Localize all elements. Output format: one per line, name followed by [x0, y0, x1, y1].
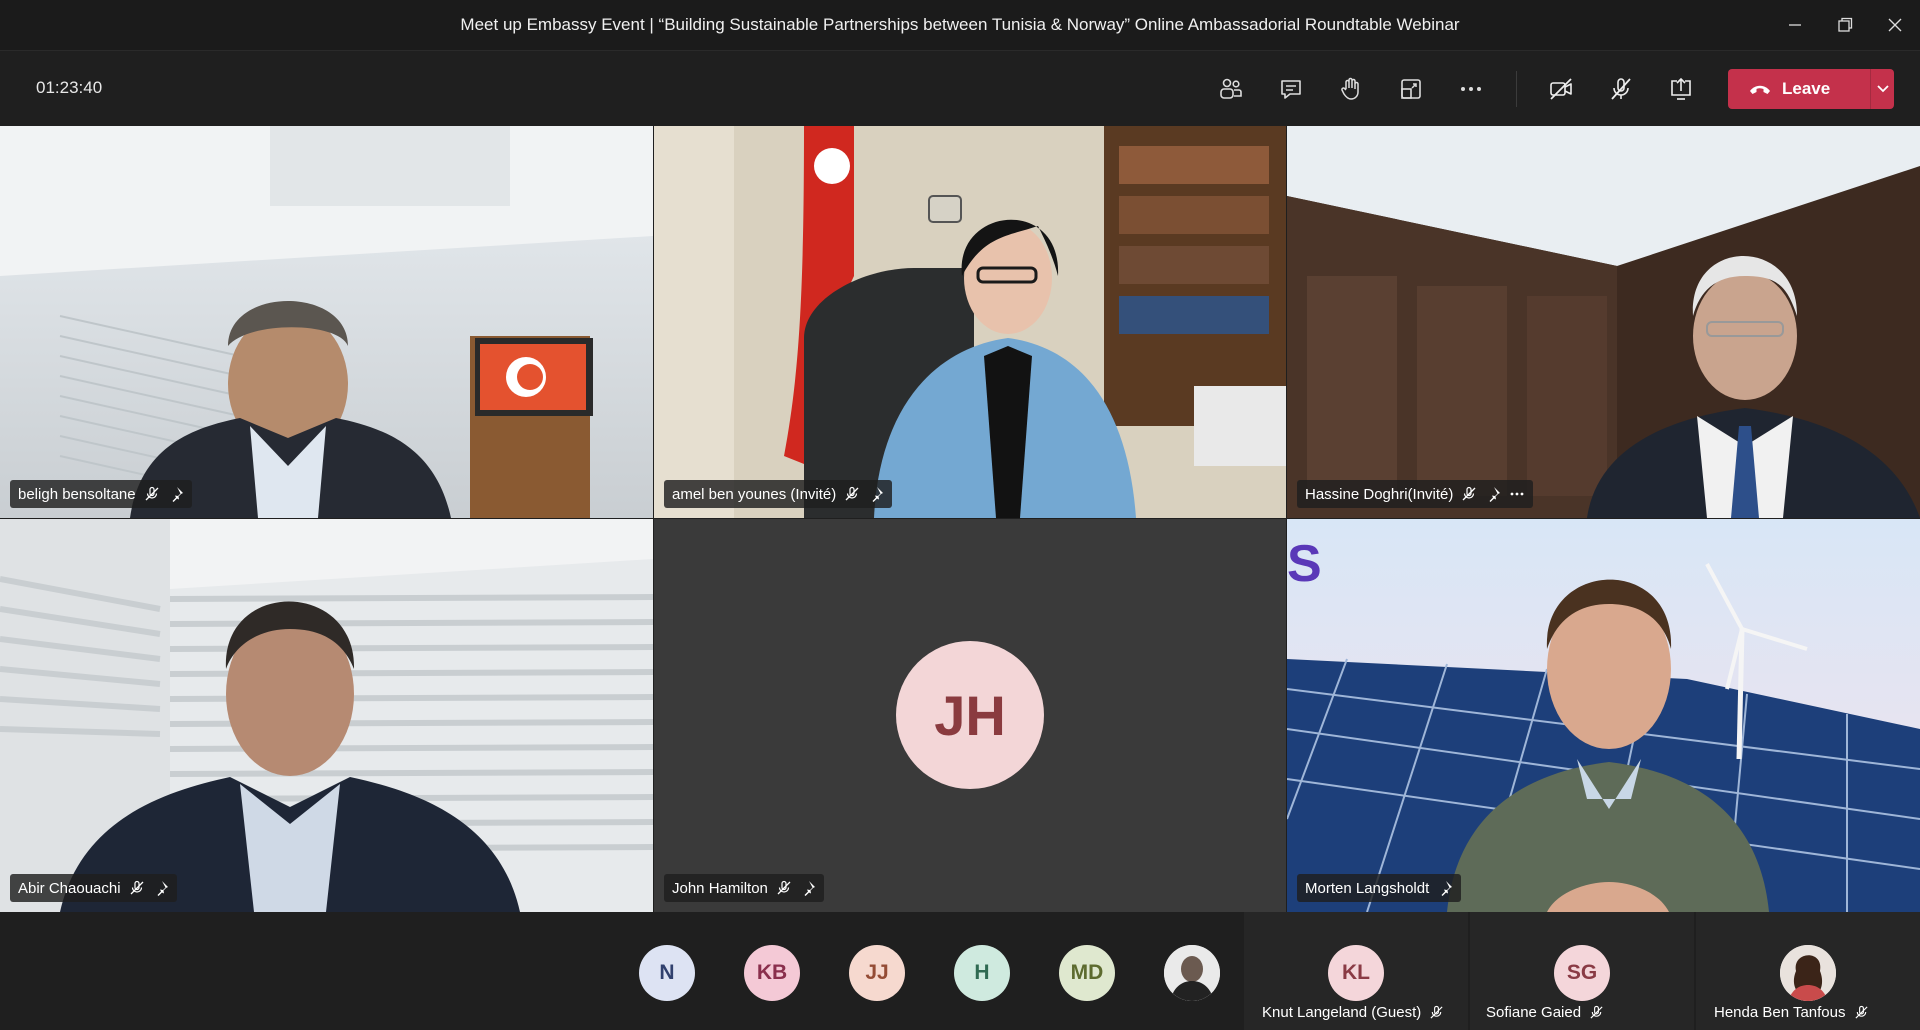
- camera-toggle-button[interactable]: [1541, 69, 1581, 109]
- pin-icon: [172, 487, 183, 502]
- participant-name: amel ben younes (Invité): [672, 485, 837, 503]
- video-tile[interactable]: S Morten Langsholdt: [1287, 519, 1920, 912]
- participant-label: Henda Ben Tanfous: [1714, 1004, 1869, 1021]
- participants-button[interactable]: [1211, 69, 1251, 109]
- participant-avatar: JH: [896, 641, 1044, 789]
- participant-name-tag: Hassine Doghri(Invité): [1297, 480, 1534, 508]
- participant-card[interactable]: Henda Ben Tanfous: [1696, 912, 1920, 1030]
- participant-avatar: KL: [1328, 945, 1384, 1001]
- participant-card[interactable]: KL Knut Langeland (Guest): [1244, 912, 1468, 1030]
- mic-off-icon: [777, 880, 791, 895]
- participant-chip[interactable]: N: [639, 945, 695, 1001]
- participant-video: [0, 519, 653, 912]
- participant-video: [1287, 126, 1920, 518]
- window-title: Meet up Embassy Event | “Building Sustai…: [460, 15, 1460, 34]
- mic-off-icon: [1854, 1005, 1868, 1019]
- share-screen-icon: [1671, 77, 1691, 100]
- raise-hand-icon: [1341, 77, 1359, 100]
- pin-icon: [804, 881, 815, 896]
- participant-photo-avatar: [1780, 945, 1836, 1001]
- participant-video: [0, 126, 653, 518]
- chat-icon: [1281, 80, 1301, 99]
- leave-button[interactable]: Leave: [1728, 69, 1870, 109]
- participants-icon: [1220, 78, 1242, 99]
- participant-name-tag: beligh bensoltane: [10, 480, 192, 508]
- more-icon: [1461, 87, 1481, 91]
- mic-off-icon: [1430, 1005, 1443, 1019]
- participant-name-tag: Abir Chaouachi: [10, 874, 177, 902]
- participant-name: beligh bensoltane: [18, 485, 136, 503]
- mic-toggle-button[interactable]: [1601, 69, 1641, 109]
- hang-up-icon: [1750, 85, 1770, 94]
- minimize-icon: [1789, 24, 1801, 26]
- pin-icon: [157, 881, 168, 896]
- mic-off-icon: [130, 880, 144, 895]
- more-actions-button[interactable]: [1451, 69, 1491, 109]
- participant-photo: [1780, 945, 1836, 1001]
- share-tray-button[interactable]: [1391, 69, 1431, 109]
- window-controls: [1770, 0, 1920, 50]
- mic-off-icon: [845, 486, 859, 501]
- participant-photo: [1164, 945, 1220, 1001]
- video-tile[interactable]: Hassine Doghri(Invité): [1287, 126, 1920, 518]
- mic-off-icon: [1611, 78, 1631, 100]
- participant-name: Abir Chaouachi: [18, 879, 121, 897]
- minimize-button[interactable]: [1770, 0, 1820, 50]
- mic-off-icon: [1590, 1005, 1603, 1019]
- pin-icon: [1489, 487, 1501, 502]
- video-tile[interactable]: JH John Hamilton: [654, 519, 1286, 912]
- participant-video: S: [1287, 519, 1920, 912]
- video-grid: beligh bensoltane amel ben younes (Invit…: [0, 126, 1920, 912]
- participant-chip-photo[interactable]: [1164, 945, 1220, 1001]
- more-icon[interactable]: [1509, 486, 1525, 502]
- participant-chip[interactable]: H: [954, 945, 1010, 1001]
- participant-name-tag: John Hamilton: [664, 874, 824, 902]
- toolbar-divider: [1516, 71, 1517, 107]
- chat-button[interactable]: [1271, 69, 1311, 109]
- participant-name: Hassine Doghri(Invité): [1305, 485, 1454, 503]
- participant-name-tag: Morten Langsholdt: [1297, 874, 1462, 902]
- leave-button-group: Leave: [1728, 69, 1894, 109]
- mic-off-icon: [1462, 486, 1476, 501]
- chevron-down-icon: [1876, 85, 1889, 93]
- leave-label: Leave: [1782, 79, 1831, 98]
- participant-card[interactable]: SG Sofiane Gaied: [1470, 912, 1694, 1030]
- participant-chip[interactable]: JJ: [849, 945, 905, 1001]
- camera-off-icon: [1550, 78, 1572, 100]
- leave-options-button[interactable]: [1871, 69, 1894, 109]
- share-screen-button[interactable]: [1661, 69, 1701, 109]
- participant-name: Sofiane Gaied: [1486, 1004, 1582, 1021]
- participant-name: Knut Langeland (Guest): [1262, 1004, 1422, 1021]
- restore-icon: [1838, 17, 1853, 32]
- mic-off-icon: [145, 486, 159, 501]
- pin-icon: [1441, 881, 1453, 896]
- participant-strip: N KB JJ H MD KL Knut Langeland (Guest) S…: [0, 912, 1920, 1030]
- video-tile[interactable]: beligh bensoltane: [0, 126, 653, 518]
- title-bar: Meet up Embassy Event | “Building Sustai…: [0, 0, 1920, 51]
- participant-label: Knut Langeland (Guest): [1262, 1004, 1444, 1021]
- participant-chip[interactable]: MD: [1059, 945, 1115, 1001]
- restore-button[interactable]: [1820, 0, 1870, 50]
- close-button[interactable]: [1870, 0, 1920, 50]
- svg-text:S: S: [1287, 535, 1322, 593]
- participant-name-tag: amel ben younes (Invité): [664, 480, 893, 508]
- pin-icon: [872, 487, 884, 502]
- participant-avatar: SG: [1554, 945, 1610, 1001]
- participant-name: Morten Langsholdt: [1305, 879, 1430, 897]
- video-tile[interactable]: amel ben younes (Invité): [654, 126, 1286, 518]
- raise-hand-button[interactable]: [1331, 69, 1371, 109]
- close-icon: [1888, 18, 1902, 32]
- meeting-toolbar: 01:23:40 Leave: [0, 51, 1920, 125]
- participant-chip[interactable]: KB: [744, 945, 800, 1001]
- participant-name: Henda Ben Tanfous: [1714, 1004, 1846, 1021]
- participant-video: [654, 126, 1286, 518]
- share-tray-icon: [1401, 79, 1421, 99]
- participant-label: Sofiane Gaied: [1486, 1004, 1604, 1021]
- video-tile[interactable]: Abir Chaouachi: [0, 519, 653, 912]
- participant-name: John Hamilton: [672, 879, 768, 897]
- meeting-timer: 01:23:40: [36, 78, 103, 97]
